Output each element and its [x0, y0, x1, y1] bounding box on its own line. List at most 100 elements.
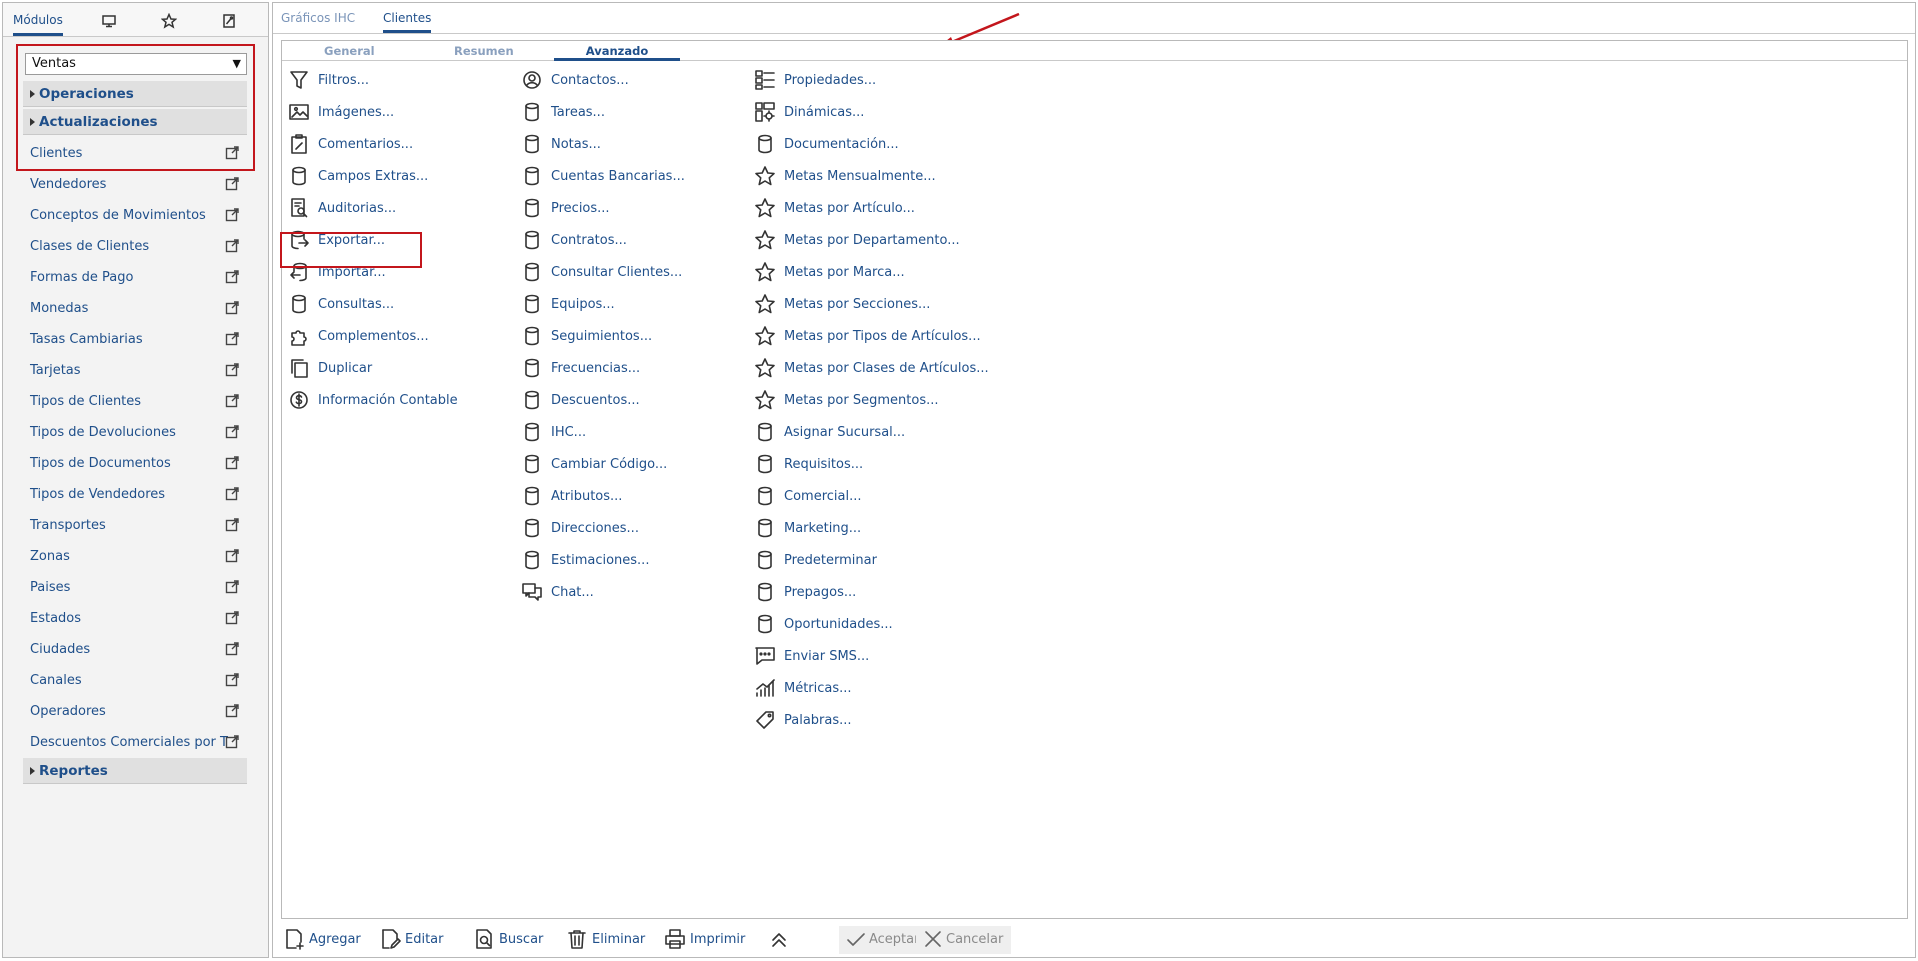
action-chat[interactable]: Chat... — [521, 581, 594, 613]
action-comentarios[interactable]: Comentarios... — [288, 133, 413, 165]
external-link-icon[interactable] — [225, 673, 239, 687]
action-predeterminar[interactable]: Predeterminar — [754, 549, 877, 581]
sidebar-item-tipos-de-documentos[interactable]: Tipos de Documentos — [23, 449, 247, 480]
action-precios[interactable]: Precios... — [521, 197, 610, 229]
sidebar-item-vendedores[interactable]: Vendedores — [23, 170, 247, 201]
external-link-icon[interactable] — [225, 549, 239, 563]
module-select[interactable]: Ventas ▼ — [25, 53, 247, 75]
external-link-icon[interactable] — [225, 735, 239, 749]
external-link-icon[interactable] — [225, 642, 239, 656]
action-dinamicas[interactable]: Dinámicas... — [754, 101, 864, 133]
action-comercial[interactable]: Comercial... — [754, 485, 862, 517]
sidebar-item-clientes[interactable]: Clientes — [23, 139, 247, 170]
action-complementos[interactable]: Complementos... — [288, 325, 429, 357]
action-campos-extras[interactable]: Campos Extras... — [288, 165, 428, 197]
action-asignar-sucursal[interactable]: Asignar Sucursal... — [754, 421, 905, 453]
action-metas-por-marca[interactable]: Metas por Marca... — [754, 261, 905, 293]
action-propiedades[interactable]: Propiedades... — [754, 69, 876, 101]
action-ihc[interactable]: IHC... — [521, 421, 586, 453]
external-link-icon[interactable] — [225, 363, 239, 377]
sidebar-item-descuentos-comerciales-por-t[interactable]: Descuentos Comerciales por T — [23, 728, 247, 759]
action-metas-por-clases-de-articulos[interactable]: Metas por Clases de Artículos... — [754, 357, 989, 389]
sidebar-item-clases-de-clientes[interactable]: Clases de Clientes — [23, 232, 247, 263]
action-notas[interactable]: Notas... — [521, 133, 601, 165]
action-prepagos[interactable]: Prepagos... — [754, 581, 856, 613]
external-link-icon[interactable] — [225, 487, 239, 501]
star-icon[interactable] — [161, 13, 179, 31]
sidebar-item-ciudades[interactable]: Ciudades — [23, 635, 247, 666]
action-documentacion[interactable]: Documentación... — [754, 133, 899, 165]
action-palabras[interactable]: Palabras... — [754, 709, 852, 741]
group-operaciones[interactable]: Operaciones — [23, 81, 247, 107]
action-metricas[interactable]: Métricas... — [754, 677, 852, 709]
action-consultas[interactable]: Consultas... — [288, 293, 394, 325]
sidebar-item-tasas-cambiarias[interactable]: Tasas Cambiarias — [23, 325, 247, 356]
buscar-button[interactable]: Buscar — [473, 926, 543, 954]
external-link-icon[interactable] — [225, 611, 239, 625]
action-imagenes[interactable]: Imágenes... — [288, 101, 394, 133]
sidebar-item-operadores[interactable]: Operadores — [23, 697, 247, 728]
aceptar-button[interactable]: Aceptar — [839, 926, 928, 954]
agregar-button[interactable]: Agregar — [283, 926, 361, 954]
action-metas-por-tipos-de-articulos[interactable]: Metas por Tipos de Artículos... — [754, 325, 981, 357]
sidebar-item-formas-de-pago[interactable]: Formas de Pago — [23, 263, 247, 294]
sidebar-item-tipos-de-clientes[interactable]: Tipos de Clientes — [23, 387, 247, 418]
action-metas-por-secciones[interactable]: Metas por Secciones... — [754, 293, 930, 325]
sidebar-item-transportes[interactable]: Transportes — [23, 511, 247, 542]
report-icon[interactable] — [221, 13, 239, 31]
external-link-icon[interactable] — [225, 239, 239, 253]
action-informacion-contable[interactable]: Información Contable — [288, 389, 458, 421]
action-requisitos[interactable]: Requisitos... — [754, 453, 863, 485]
action-metas-mensualmente[interactable]: Metas Mensualmente... — [754, 165, 936, 197]
action-auditorias[interactable]: Auditorias... — [288, 197, 396, 229]
action-exportar[interactable]: Exportar... — [288, 229, 385, 261]
group-actualizaciones[interactable]: Actualizaciones — [23, 109, 247, 135]
external-link-icon[interactable] — [225, 208, 239, 222]
action-estimaciones[interactable]: Estimaciones... — [521, 549, 649, 581]
action-importar[interactable]: Importar... — [288, 261, 386, 293]
action-frecuencias[interactable]: Frecuencias... — [521, 357, 640, 389]
action-metas-por-segmentos[interactable]: Metas por Segmentos... — [754, 389, 939, 421]
action-cambiar-codigo[interactable]: Cambiar Código... — [521, 453, 667, 485]
tab-graficos-ihc[interactable]: Gráficos IHC — [281, 11, 355, 25]
action-oportunidades[interactable]: Oportunidades... — [754, 613, 893, 645]
external-link-icon[interactable] — [225, 518, 239, 532]
sidebar-item-estados[interactable]: Estados — [23, 604, 247, 635]
action-contactos[interactable]: Contactos... — [521, 69, 629, 101]
action-direcciones[interactable]: Direcciones... — [521, 517, 639, 549]
sidebar-item-conceptos-de-movimientos[interactable]: Conceptos de Movimientos — [23, 201, 247, 232]
action-equipos[interactable]: Equipos... — [521, 293, 615, 325]
imprimir-button[interactable]: Imprimir — [664, 926, 745, 954]
action-descuentos[interactable]: Descuentos... — [521, 389, 640, 421]
action-cuentas-bancarias[interactable]: Cuentas Bancarias... — [521, 165, 685, 197]
action-contratos[interactable]: Contratos... — [521, 229, 627, 261]
external-link-icon[interactable] — [225, 301, 239, 315]
action-metas-por-departamento[interactable]: Metas por Departamento... — [754, 229, 960, 261]
cancelar-button[interactable]: Cancelar — [916, 926, 1012, 954]
sidebar-item-tipos-de-vendedores[interactable]: Tipos de Vendedores — [23, 480, 247, 511]
sidebar-item-tipos-de-devoluciones[interactable]: Tipos de Devoluciones — [23, 418, 247, 449]
action-atributos[interactable]: Atributos... — [521, 485, 622, 517]
action-duplicar[interactable]: Duplicar — [288, 357, 372, 389]
external-link-icon[interactable] — [225, 177, 239, 191]
tab-avanzado[interactable]: Avanzado — [554, 44, 680, 61]
action-seguimientos[interactable]: Seguimientos... — [521, 325, 652, 357]
sidebar-item-paises[interactable]: Paises — [23, 573, 247, 604]
external-link-icon[interactable] — [225, 580, 239, 594]
monitor-icon[interactable] — [101, 13, 119, 31]
external-link-icon[interactable] — [225, 425, 239, 439]
external-link-icon[interactable] — [225, 332, 239, 346]
sidebar-item-monedas[interactable]: Monedas — [23, 294, 247, 325]
action-tareas[interactable]: Tareas... — [521, 101, 605, 133]
editar-button[interactable]: Editar — [379, 926, 444, 954]
collapse-button[interactable] — [768, 926, 794, 954]
action-metas-por-articulo[interactable]: Metas por Artículo... — [754, 197, 915, 229]
external-link-icon[interactable] — [225, 456, 239, 470]
eliminar-button[interactable]: Eliminar — [566, 926, 645, 954]
tab-clientes[interactable]: Clientes — [383, 11, 432, 33]
external-link-icon[interactable] — [225, 704, 239, 718]
action-marketing[interactable]: Marketing... — [754, 517, 861, 549]
external-link-icon[interactable] — [225, 394, 239, 408]
sidebar-item-canales[interactable]: Canales — [23, 666, 247, 697]
action-enviar-sms[interactable]: Enviar SMS... — [754, 645, 869, 677]
